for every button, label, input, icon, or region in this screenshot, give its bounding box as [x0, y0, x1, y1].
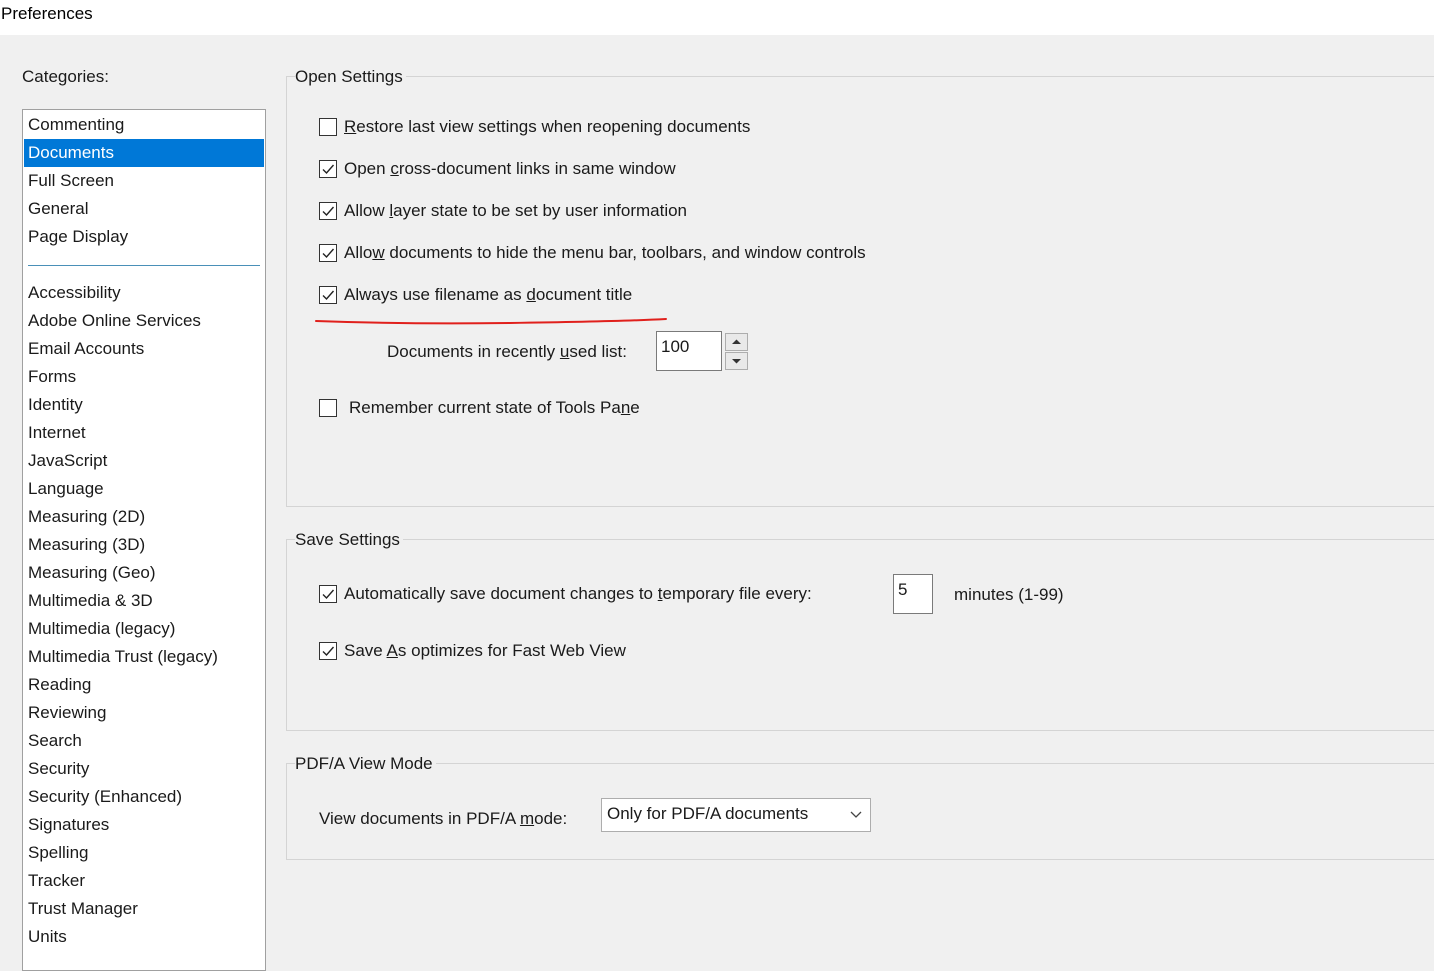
category-item[interactable]: Identity — [24, 391, 264, 419]
title-bar: Preferences — [0, 0, 1434, 35]
category-item[interactable]: Multimedia Trust (legacy) — [24, 643, 264, 671]
category-item[interactable]: Measuring (Geo) — [24, 559, 264, 587]
category-item[interactable]: Language — [24, 475, 264, 503]
category-item[interactable]: Multimedia (legacy) — [24, 615, 264, 643]
category-item[interactable]: General — [24, 195, 264, 223]
category-item[interactable]: Forms — [24, 363, 264, 391]
tools-pane-checkbox[interactable] — [319, 399, 337, 417]
category-item[interactable]: Trust Manager — [24, 895, 264, 923]
chevron-down-icon — [850, 811, 862, 818]
categories-label: Categories: — [22, 67, 109, 86]
recent-list-spin-up[interactable] — [725, 333, 748, 351]
categories-separator — [28, 265, 260, 266]
autosave-checkbox[interactable] — [319, 585, 337, 603]
save-settings-title: Save Settings — [295, 530, 403, 550]
checkmark-icon — [322, 290, 335, 301]
checkmark-icon — [322, 248, 335, 259]
category-item[interactable]: Commenting — [24, 111, 264, 139]
hide-menu-label: Allow documents to hide the menu bar, to… — [344, 243, 866, 262]
category-item[interactable]: Spelling — [24, 839, 264, 867]
category-item[interactable]: Measuring (3D) — [24, 531, 264, 559]
category-item[interactable]: Reading — [24, 671, 264, 699]
category-item[interactable]: Documents — [24, 139, 264, 167]
category-item[interactable]: JavaScript — [24, 447, 264, 475]
filename-title-checkbox[interactable] — [319, 286, 337, 304]
checkmark-icon — [322, 206, 335, 217]
recent-list-label: Documents in recently used list: — [387, 342, 628, 361]
category-item[interactable]: Email Accounts — [24, 335, 264, 363]
cross-doc-links-checkbox[interactable] — [319, 160, 337, 178]
filename-title-label: Always use filename as document title — [344, 285, 633, 304]
pdfa-mode-select[interactable]: Only for PDF/A documents — [601, 798, 871, 832]
category-item[interactable]: Security (Enhanced) — [24, 783, 264, 811]
open-settings-title: Open Settings — [295, 67, 406, 87]
checkmark-icon — [322, 164, 335, 175]
tools-pane-label: Remember current state of Tools Pane — [349, 398, 640, 417]
category-item[interactable]: Full Screen — [24, 167, 264, 195]
checkmark-icon — [322, 646, 335, 657]
checkmark-icon — [322, 589, 335, 600]
category-item[interactable]: Search — [24, 727, 264, 755]
fast-web-view-checkbox[interactable] — [319, 642, 337, 660]
pdfa-label: View documents in PDF/A mode: — [319, 809, 568, 828]
category-item[interactable]: Units — [24, 923, 264, 951]
window-title: Preferences — [1, 4, 93, 23]
fast-web-view-label: Save As optimizes for Fast Web View — [344, 641, 626, 660]
autosave-suffix: minutes (1-99) — [954, 585, 1064, 604]
pdfa-mode-value: Only for PDF/A documents — [607, 804, 809, 823]
red-annotation-underline — [315, 318, 667, 325]
autosave-label: Automatically save document changes to t… — [344, 584, 812, 603]
category-item[interactable]: Page Display — [24, 223, 264, 251]
category-item[interactable]: Measuring (2D) — [24, 503, 264, 531]
category-item[interactable]: Security — [24, 755, 264, 783]
category-item[interactable]: Internet — [24, 419, 264, 447]
category-item[interactable]: Adobe Online Services — [24, 307, 264, 335]
category-item[interactable]: Reviewing — [24, 699, 264, 727]
chevron-up-icon — [732, 339, 741, 344]
layer-state-checkbox[interactable] — [319, 202, 337, 220]
chevron-down-icon — [732, 359, 741, 364]
category-item[interactable]: Multimedia & 3D — [24, 587, 264, 615]
restore-last-view-checkbox[interactable] — [319, 118, 337, 136]
category-item[interactable]: Signatures — [24, 811, 264, 839]
pdfa-title: PDF/A View Mode — [295, 754, 436, 774]
recent-list-spin-down[interactable] — [725, 352, 748, 370]
save-settings-group — [286, 539, 1434, 731]
autosave-minutes-input[interactable]: 5 — [893, 574, 933, 614]
hide-menu-checkbox[interactable] — [319, 244, 337, 262]
restore-last-view-label: Restore last view settings when reopenin… — [344, 117, 751, 136]
layer-state-label: Allow layer state to be set by user info… — [344, 201, 688, 220]
category-item[interactable]: Accessibility — [24, 279, 264, 307]
recent-list-input[interactable]: 100 — [656, 331, 722, 371]
category-item[interactable]: Tracker — [24, 867, 264, 895]
categories-list[interactable]: Commenting Documents Full Screen General Pag… — [22, 109, 266, 971]
cross-doc-links-label: Open cross-document links in same window — [344, 159, 676, 178]
